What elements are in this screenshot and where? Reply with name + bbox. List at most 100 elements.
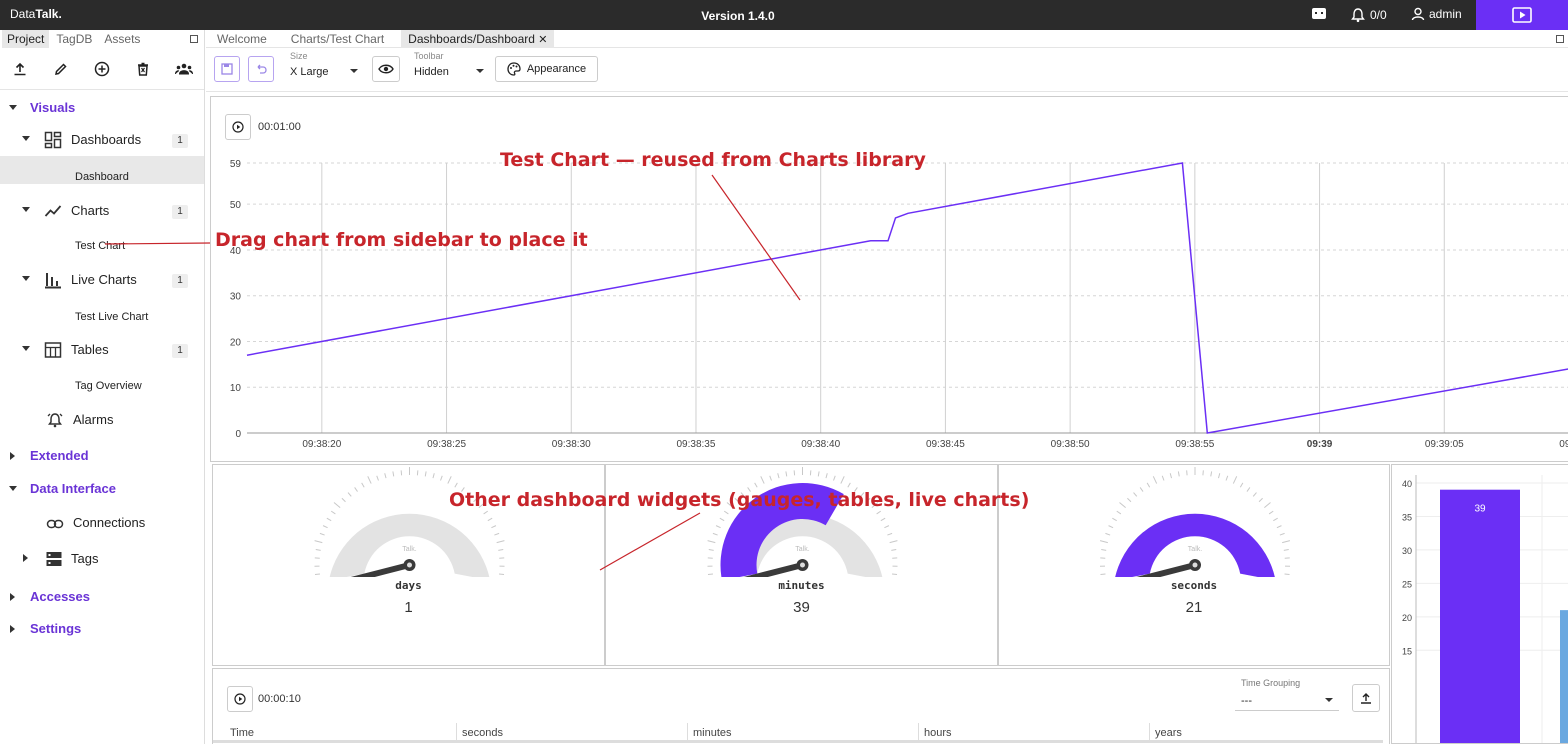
tree-section-settings[interactable]: Settings: [30, 621, 81, 636]
sidebar-tabs: Project TagDB Assets: [0, 30, 204, 48]
caret-down-icon[interactable]: [9, 105, 17, 110]
bar: [1440, 489, 1520, 743]
tree-item-test-chart[interactable]: Test Chart: [75, 240, 125, 252]
bar-data-label: 39: [1474, 504, 1486, 515]
caret-down-icon[interactable]: [22, 207, 30, 212]
tree-item-alarms[interactable]: Alarms: [73, 412, 113, 427]
undo-button[interactable]: [248, 56, 274, 82]
tree-item-connections[interactable]: Connections: [73, 515, 145, 530]
tab-assets[interactable]: Assets: [99, 30, 145, 48]
toolbar-select-label: Toolbar: [414, 51, 444, 61]
group-icon: [174, 63, 193, 74]
chart-play-button[interactable]: [225, 114, 251, 140]
close-icon[interactable]: ✕: [538, 34, 547, 46]
tree-item-test-live-chart[interactable]: Test Live Chart: [75, 311, 148, 323]
tree-section-data-interface[interactable]: Data Interface: [30, 481, 116, 496]
gauge-tick: [1283, 549, 1289, 551]
alarm-counter[interactable]: 0/0: [1350, 7, 1387, 23]
column-header-time[interactable]: Time: [230, 727, 254, 739]
export-button[interactable]: [1352, 684, 1380, 712]
caret-down-icon[interactable]: [22, 346, 30, 351]
column-header-seconds[interactable]: seconds: [462, 727, 503, 739]
delete-button[interactable]: [132, 58, 154, 80]
dashboard-icon: [44, 131, 62, 149]
column-header-years[interactable]: years: [1155, 727, 1182, 739]
gauge-tick: [1276, 525, 1282, 529]
gauge-tick: [341, 497, 346, 503]
edit-button[interactable]: [50, 58, 72, 80]
gauge-tick: [760, 476, 765, 484]
gauge-tick: [447, 476, 452, 484]
top-bar: DataTalk. Version 1.4.0 0/0 admin: [0, 0, 1568, 30]
annotation-drag-chart: Drag chart from sidebar to place it: [215, 229, 588, 251]
toolbar-select[interactable]: Toolbar Hidden: [410, 51, 488, 85]
gauge-tick: [1268, 510, 1274, 515]
tree-item-dashboards[interactable]: Dashboards: [71, 132, 141, 147]
column-header-hours[interactable]: hours: [924, 727, 952, 739]
caret-right-icon[interactable]: [10, 625, 15, 633]
gauge-tick: [1225, 475, 1229, 481]
gauge-tick: [785, 471, 788, 477]
appearance-button[interactable]: Appearance: [495, 56, 598, 82]
size-select[interactable]: Size X Large: [286, 51, 362, 85]
preview-button[interactable]: [372, 56, 400, 82]
tree-item-charts[interactable]: Charts: [71, 203, 109, 218]
gauge-label: days: [395, 579, 422, 592]
gauge-tick: [891, 573, 898, 576]
palette-icon: [507, 62, 521, 76]
add-circle-icon: [94, 61, 110, 76]
tree-section-accesses[interactable]: Accesses: [30, 589, 90, 604]
share-button[interactable]: [173, 58, 195, 80]
y-tick-label: 35: [1402, 512, 1412, 522]
caret-down-icon[interactable]: [22, 276, 30, 281]
gauge-tick: [1252, 492, 1257, 497]
gauge-widget-seconds[interactable]: Talk. seconds 21: [998, 464, 1390, 666]
bar-chart-widget[interactable]: 15 20 25 30 35 40 39: [1391, 464, 1568, 744]
chevron-down-icon: [1325, 698, 1333, 702]
expand-icon[interactable]: [1556, 34, 1564, 43]
live-charts-count-badge: 1: [172, 274, 188, 288]
tree-item-live-charts[interactable]: Live Charts: [71, 272, 137, 287]
save-button[interactable]: [214, 56, 240, 82]
caret-right-icon[interactable]: [23, 554, 28, 562]
gauge-tick: [833, 475, 836, 481]
bar-chart-plot: 15 20 25 30 35 40 39: [1402, 475, 1568, 743]
expand-icon[interactable]: [190, 35, 198, 43]
table-widget[interactable]: 00:00:10 Time Grouping --- Time seconds …: [212, 668, 1390, 744]
table-play-button[interactable]: [227, 686, 253, 712]
tree-item-tag-overview[interactable]: Tag Overview: [75, 380, 142, 392]
y-tick-label: 20: [230, 337, 242, 348]
fullscreen-play-button[interactable]: [1476, 0, 1568, 30]
gauge-tick: [769, 475, 772, 481]
tree-item-tables[interactable]: Tables: [71, 342, 109, 357]
tree-item-dashboard[interactable]: Dashboard: [75, 171, 129, 183]
gauge-tick: [1161, 475, 1165, 481]
tree-section-visuals[interactable]: Visuals: [30, 100, 75, 115]
gauge-tick: [491, 525, 497, 529]
tab-dashboard[interactable]: Dashboards/Dashboard ✕: [401, 29, 555, 48]
tab-dashboard-label: Dashboards/Dashboard: [408, 31, 535, 46]
gauge-tick: [314, 573, 321, 576]
gauge-tick: [1099, 540, 1108, 544]
chat-icon[interactable]: [1311, 7, 1327, 21]
tab-tagdb[interactable]: TagDB: [51, 30, 97, 48]
user-menu[interactable]: admin: [1411, 7, 1462, 21]
x-tick-label: 09:39:05: [1425, 439, 1464, 450]
gauge-needle-hub-center: [1192, 562, 1198, 568]
tree-item-tags[interactable]: Tags: [71, 551, 98, 566]
caret-right-icon[interactable]: [10, 452, 15, 460]
time-grouping-select[interactable]: Time Grouping ---: [1235, 677, 1339, 711]
tree-section-extended[interactable]: Extended: [30, 448, 89, 463]
caret-down-icon[interactable]: [9, 486, 17, 491]
tab-welcome[interactable]: Welcome: [210, 30, 274, 48]
gauge-tick: [330, 510, 336, 515]
tab-test-chart[interactable]: Charts/Test Chart: [284, 30, 391, 48]
gauge-tick: [440, 475, 443, 481]
upload-button[interactable]: [9, 58, 31, 80]
caret-right-icon[interactable]: [10, 593, 15, 601]
caret-down-icon[interactable]: [22, 136, 30, 141]
add-button[interactable]: [91, 58, 113, 80]
tab-project[interactable]: Project: [2, 30, 50, 48]
alarm-bell-icon: [1351, 8, 1365, 23]
column-header-minutes[interactable]: minutes: [693, 727, 732, 739]
